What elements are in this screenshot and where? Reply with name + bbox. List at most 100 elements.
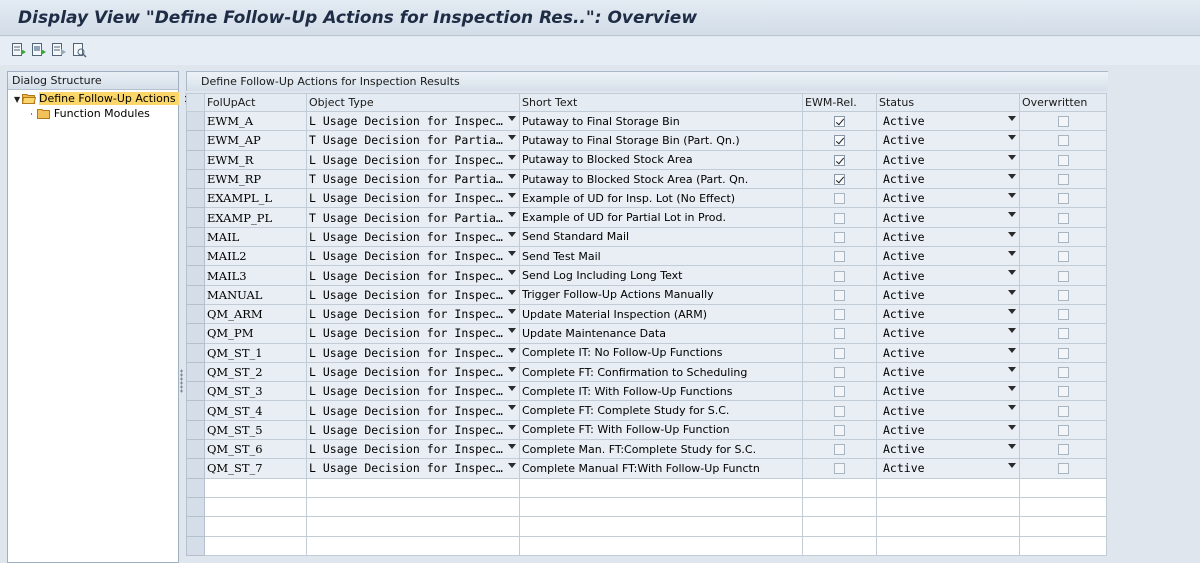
ewm-rel-checkbox[interactable] xyxy=(834,367,845,378)
overwritten-checkbox[interactable] xyxy=(1057,154,1069,166)
overwritten-checkbox[interactable] xyxy=(1057,463,1069,475)
empty-cell[interactable] xyxy=(1019,535,1107,556)
row-selector[interactable] xyxy=(186,130,205,151)
row-selector[interactable] xyxy=(186,361,205,383)
status-dropdown[interactable]: Active xyxy=(876,458,1020,479)
dropdown-arrow-icon[interactable] xyxy=(508,308,516,314)
dropdown-arrow-icon[interactable] xyxy=(1008,231,1016,237)
dropdown-arrow-icon[interactable] xyxy=(508,386,516,392)
ewm-rel-checkbox[interactable] xyxy=(834,135,845,147)
overwritten-checkbox[interactable] xyxy=(1057,424,1069,436)
object-type-dropdown[interactable]: L Usage Decision for Inspec… xyxy=(306,246,520,267)
dropdown-arrow-icon[interactable] xyxy=(1008,173,1016,179)
dropdown-arrow-icon[interactable] xyxy=(508,444,516,450)
overwritten-checkbox[interactable] xyxy=(1057,405,1069,417)
status-dropdown[interactable]: Active xyxy=(876,207,1020,228)
dropdown-arrow-icon[interactable] xyxy=(1008,328,1016,334)
pane-splitter[interactable] xyxy=(179,71,185,563)
overwritten-checkbox[interactable] xyxy=(1057,193,1069,205)
dropdown-arrow-icon[interactable] xyxy=(1008,386,1016,392)
ewm-rel-checkbox[interactable] xyxy=(834,444,845,456)
overwritten-checkbox[interactable] xyxy=(1057,251,1069,263)
dropdown-arrow-icon[interactable] xyxy=(1008,444,1016,450)
dropdown-arrow-icon[interactable] xyxy=(1008,270,1016,276)
status-dropdown[interactable]: Active xyxy=(876,303,1020,325)
row-selector[interactable] xyxy=(186,323,205,344)
empty-cell[interactable] xyxy=(204,496,307,518)
overwritten-checkbox[interactable] xyxy=(1057,270,1069,282)
empty-cell[interactable] xyxy=(204,535,307,556)
empty-cell[interactable] xyxy=(204,477,307,498)
row-selector[interactable] xyxy=(186,477,205,498)
row-selector[interactable] xyxy=(186,303,205,325)
dropdown-arrow-icon[interactable] xyxy=(508,270,516,276)
status-dropdown[interactable]: Active xyxy=(876,419,1020,441)
empty-cell[interactable] xyxy=(802,535,877,556)
row-selector[interactable] xyxy=(186,458,205,479)
empty-cell[interactable] xyxy=(802,477,877,498)
object-type-dropdown[interactable]: L Usage Decision for Inspec… xyxy=(306,149,520,170)
overwritten-checkbox[interactable] xyxy=(1057,174,1069,186)
ewm-rel-checkbox[interactable] xyxy=(834,193,845,205)
row-selector[interactable] xyxy=(186,516,205,537)
status-dropdown[interactable]: Active xyxy=(876,439,1020,460)
column-header-short-text[interactable]: Short Text xyxy=(519,93,803,112)
ewm-rel-checkbox[interactable] xyxy=(834,463,845,475)
dropdown-arrow-icon[interactable] xyxy=(1008,212,1016,218)
dropdown-arrow-icon[interactable] xyxy=(1008,251,1016,257)
object-type-dropdown[interactable]: L Usage Decision for Inspec… xyxy=(306,400,520,421)
row-selector[interactable] xyxy=(186,496,205,518)
dropdown-arrow-icon[interactable] xyxy=(508,251,516,257)
dropdown-arrow-icon[interactable] xyxy=(508,212,516,218)
status-dropdown[interactable]: Active xyxy=(876,246,1020,267)
dropdown-arrow-icon[interactable] xyxy=(508,405,516,411)
dropdown-arrow-icon[interactable] xyxy=(508,328,516,334)
overwritten-checkbox[interactable] xyxy=(1057,135,1069,147)
empty-cell[interactable] xyxy=(1019,477,1107,498)
status-dropdown[interactable]: Active xyxy=(876,381,1020,402)
tree-item-define-follow-up-actions[interactable]: ▼ Define Follow-Up Actions for xyxy=(14,91,195,107)
empty-cell[interactable] xyxy=(306,496,520,518)
tree-item-function-modules[interactable]: · Function Modules xyxy=(30,106,150,121)
status-dropdown[interactable]: Active xyxy=(876,168,1020,190)
dropdown-arrow-icon[interactable] xyxy=(1008,116,1016,121)
ewm-rel-checkbox[interactable] xyxy=(834,386,845,398)
dropdown-arrow-icon[interactable] xyxy=(1008,405,1016,411)
dropdown-arrow-icon[interactable] xyxy=(508,116,516,121)
empty-cell[interactable] xyxy=(519,516,803,537)
dropdown-arrow-icon[interactable] xyxy=(508,193,516,199)
empty-cell[interactable] xyxy=(802,516,877,537)
deselect-all-icon[interactable] xyxy=(51,42,67,58)
dropdown-arrow-icon[interactable] xyxy=(508,135,516,141)
row-selector[interactable] xyxy=(186,246,205,267)
ewm-rel-checkbox[interactable] xyxy=(834,328,845,340)
ewm-rel-checkbox[interactable] xyxy=(834,405,845,417)
overwritten-checkbox[interactable] xyxy=(1057,386,1069,398)
overwritten-checkbox[interactable] xyxy=(1057,231,1069,243)
object-type-dropdown[interactable]: L Usage Decision for Inspec… xyxy=(306,323,520,344)
overwritten-checkbox[interactable] xyxy=(1057,367,1069,378)
ewm-rel-checkbox[interactable] xyxy=(834,347,845,359)
status-dropdown[interactable]: Active xyxy=(876,188,1020,209)
empty-cell[interactable] xyxy=(306,535,520,556)
empty-cell[interactable] xyxy=(204,516,307,537)
ewm-rel-checkbox[interactable] xyxy=(834,231,845,243)
status-dropdown[interactable]: Active xyxy=(876,400,1020,421)
dropdown-arrow-icon[interactable] xyxy=(1008,135,1016,141)
dropdown-arrow-icon[interactable] xyxy=(508,154,516,160)
dropdown-arrow-icon[interactable] xyxy=(508,289,516,295)
empty-cell[interactable] xyxy=(876,477,1020,498)
expand-arrow-icon[interactable]: ▼ xyxy=(14,92,22,107)
status-dropdown[interactable]: Active xyxy=(876,130,1020,151)
object-type-dropdown[interactable]: L Usage Decision for Inspec… xyxy=(306,381,520,402)
row-selector[interactable] xyxy=(186,342,205,363)
empty-cell[interactable] xyxy=(802,496,877,518)
row-selector[interactable] xyxy=(186,226,205,248)
object-type-dropdown[interactable]: T Usage Decision for Partia… xyxy=(306,130,520,151)
select-block-icon[interactable] xyxy=(31,42,47,58)
status-dropdown[interactable]: Active xyxy=(876,226,1020,248)
ewm-rel-checkbox[interactable] xyxy=(834,174,845,186)
object-type-dropdown[interactable]: L Usage Decision for Inspec… xyxy=(306,284,520,305)
empty-cell[interactable] xyxy=(519,535,803,556)
dropdown-arrow-icon[interactable] xyxy=(508,173,516,179)
